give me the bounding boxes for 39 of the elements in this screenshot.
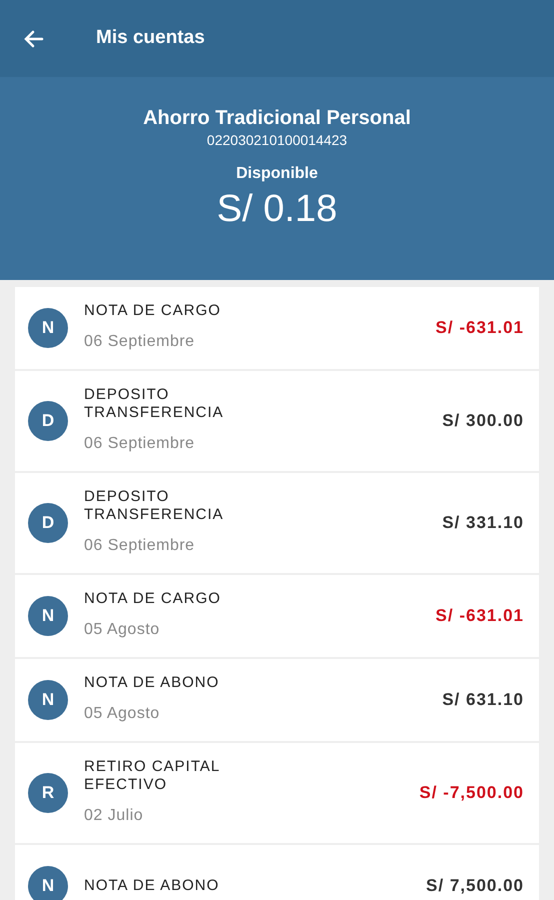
transaction-amount: S/ 631.10 <box>442 691 524 709</box>
initial-avatar: R <box>28 773 68 813</box>
transaction-date: 05 Agosto <box>84 620 161 640</box>
initial-avatar: D <box>28 503 68 543</box>
transaction-title: NOTA DE ABONO <box>84 877 220 895</box>
transaction-row[interactable]: R RETIRO CAPITAL EFECTIVO 02 Julio S/ -7,500.00 <box>15 743 539 843</box>
account-number: 022030210100014423 <box>206 131 348 150</box>
screen-title: Mis cuentas <box>96 26 205 50</box>
transaction-amount: S/ 331.10 <box>442 514 524 532</box>
transaction-amount: S/ -631.01 <box>436 319 524 337</box>
transaction-title: DEPOSITO TRANSFERENCIA <box>84 386 225 422</box>
balance-label: Disponible <box>236 164 318 184</box>
transaction-row[interactable]: N NOTA DE CARGO 05 Agosto S/ -631.01 <box>15 575 539 657</box>
transaction-row[interactable]: N NOTA DE CARGO 06 Septiembre S/ -631.01 <box>15 287 539 369</box>
initial-avatar: N <box>28 596 68 636</box>
transaction-row[interactable]: N NOTA DE ABONO S/ 7,500.00 <box>15 845 539 900</box>
initial-avatar: D <box>28 401 68 441</box>
transaction-row[interactable]: N NOTA DE ABONO 05 Agosto S/ 631.10 <box>15 659 539 741</box>
initial-avatar: N <box>28 866 68 900</box>
transaction-row[interactable]: D DEPOSITO TRANSFERENCIA 06 Septiembre S/ 300.00 <box>15 371 539 471</box>
transaction-title: DEPOSITO TRANSFERENCIA <box>84 488 225 524</box>
transaction-row[interactable]: D DEPOSITO TRANSFERENCIA 06 Septiembre S/ 331.10 <box>15 473 539 573</box>
balance-amount: S/ 0.18 <box>216 187 338 232</box>
transaction-amount: S/ 300.00 <box>442 412 524 430</box>
transaction-title: NOTA DE CARGO <box>84 590 222 608</box>
account-name: Ahorro Tradicional Personal <box>143 106 411 130</box>
transaction-title: NOTA DE CARGO <box>84 302 222 320</box>
initial-avatar: N <box>28 308 68 348</box>
transaction-amount: S/ 7,500.00 <box>426 877 524 895</box>
initial-avatar: N <box>28 680 68 720</box>
transaction-date: 06 Septiembre <box>84 332 196 352</box>
transaction-amount: S/ -7,500.00 <box>419 784 524 802</box>
transaction-title: RETIRO CAPITAL EFECTIVO <box>84 758 222 794</box>
transaction-date: 06 Septiembre <box>84 536 196 556</box>
transaction-date: 06 Septiembre <box>84 434 196 454</box>
transaction-amount: S/ -631.01 <box>436 607 524 625</box>
transaction-title: NOTA DE ABONO <box>84 674 220 692</box>
transaction-date: 02 Julio <box>84 806 144 826</box>
transaction-date: 05 Agosto <box>84 704 161 724</box>
